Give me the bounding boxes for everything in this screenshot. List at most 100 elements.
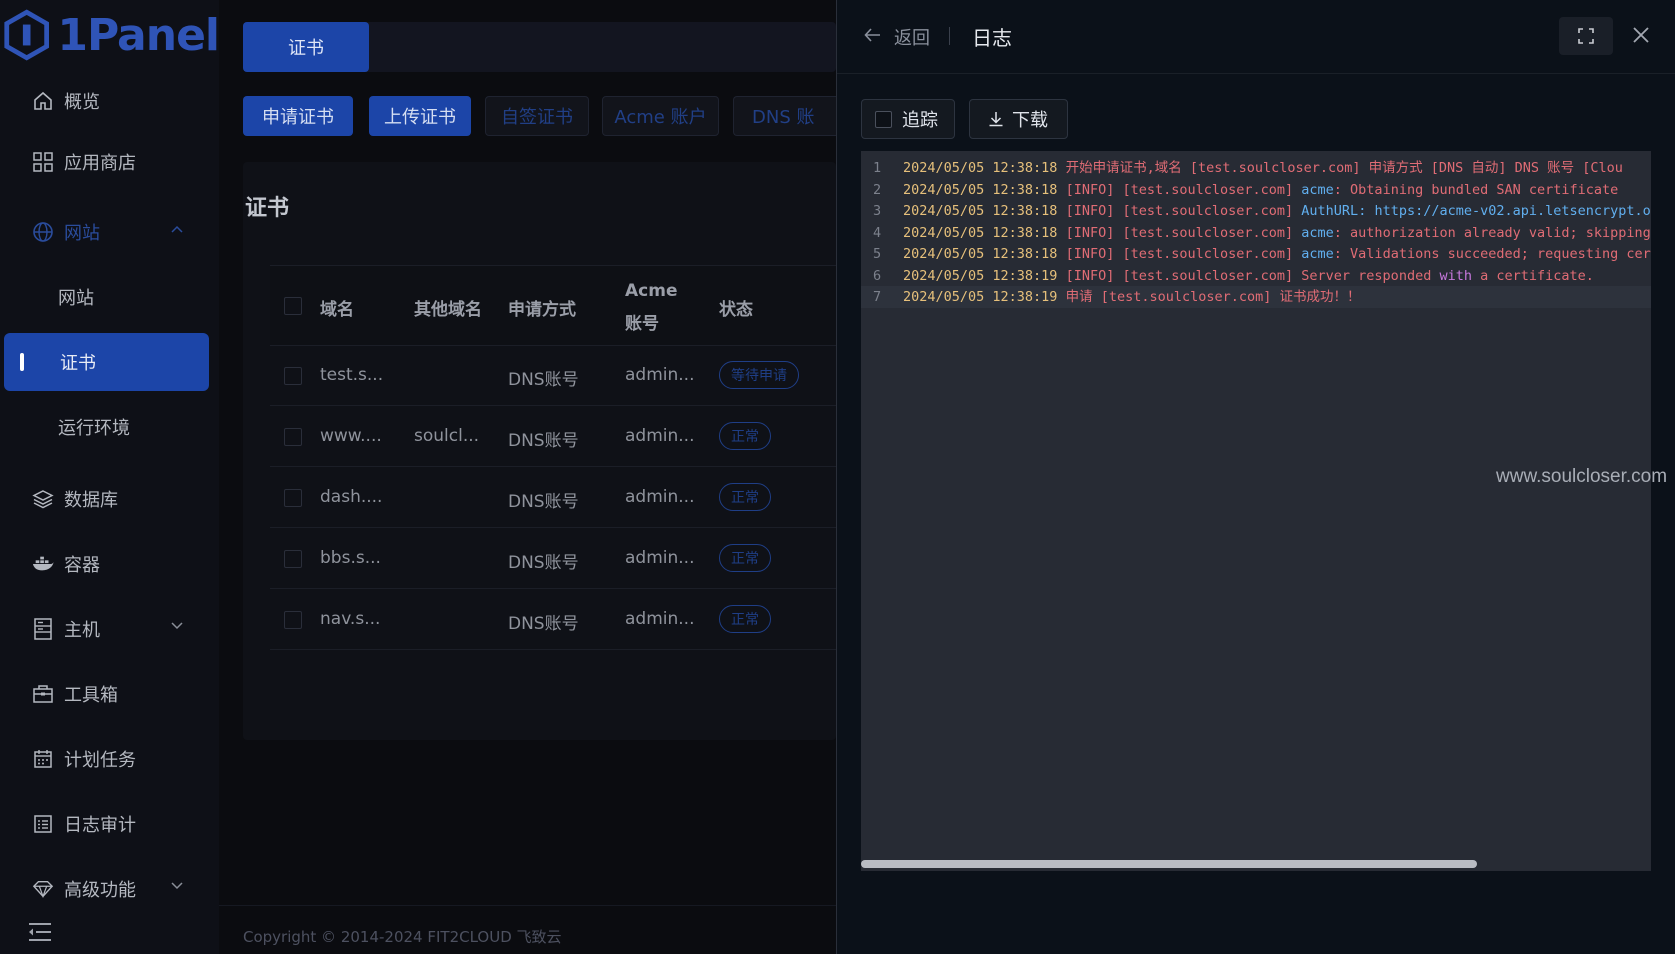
upload-cert-button[interactable]: 上传证书 bbox=[369, 96, 471, 136]
log-tag: [INFO] [test.soulcloser.com] bbox=[1057, 225, 1302, 241]
log-date: 2024/05/05 12:38:18 bbox=[903, 225, 1058, 241]
close-icon[interactable] bbox=[1631, 25, 1651, 45]
logo-text: 1Panel bbox=[57, 9, 220, 61]
cell-domain: bbs.s... bbox=[320, 548, 381, 568]
sidebar-item-overview[interactable]: 概览 bbox=[0, 72, 219, 130]
log-date: 2024/05/05 12:38:19 bbox=[903, 268, 1058, 284]
row-checkbox[interactable] bbox=[284, 550, 302, 568]
home-icon bbox=[32, 90, 54, 112]
sidebar-item-label: 主机 bbox=[64, 620, 100, 641]
sidebar-item-website-group[interactable]: 网站 bbox=[0, 203, 219, 261]
cell-domain: dash.... bbox=[320, 487, 383, 507]
log-line: 7 2024/05/05 12:38:19 申请 [test.soulclose… bbox=[861, 286, 1651, 308]
col-acme-line2: 账号 bbox=[625, 314, 659, 334]
logo[interactable]: 1Panel bbox=[0, 0, 220, 70]
sidebar-item-cron[interactable]: 计划任务 bbox=[0, 730, 219, 788]
log-line: 4 2024/05/05 12:38:18 [INFO] [test.soulc… bbox=[861, 222, 1651, 244]
sidebar-item-advanced[interactable]: 高级功能 bbox=[0, 860, 219, 918]
sidebar-subitem-certificate[interactable]: 证书 bbox=[4, 333, 209, 391]
status-badge: 正常 bbox=[719, 544, 771, 572]
sidebar-item-label: 概览 bbox=[64, 92, 100, 113]
sidebar-item-label: 计划任务 bbox=[64, 750, 136, 771]
horizontal-scrollbar[interactable] bbox=[861, 858, 1651, 870]
download-button[interactable]: 下载 bbox=[969, 99, 1068, 139]
line-number: 5 bbox=[873, 246, 882, 262]
sidebar: 1Panel 概览 应用商店 网站 网站 证书 运行环境 数据库 容器 主机 工… bbox=[0, 0, 220, 954]
apply-cert-button[interactable]: 申请证书 bbox=[243, 96, 353, 136]
fullscreen-button[interactable] bbox=[1559, 17, 1613, 55]
status-badge: 正常 bbox=[719, 422, 771, 450]
sidebar-item-label: 应用商店 bbox=[64, 153, 136, 174]
cell-method: DNS账号 bbox=[508, 492, 579, 512]
log-line: 5 2024/05/05 12:38:18 [INFO] [test.soulc… bbox=[861, 243, 1651, 265]
chevron-down-icon bbox=[171, 622, 183, 630]
table-header: 域名 其他域名 申请方式 Acme 账号 状态 bbox=[270, 265, 836, 346]
toolbox-icon bbox=[32, 683, 54, 705]
log-date: 2024/05/05 12:38:18 bbox=[903, 182, 1058, 198]
cell-domain: nav.s... bbox=[320, 609, 381, 629]
log-tag: [INFO] [test.soulcloser.com] bbox=[1057, 268, 1302, 284]
sidebar-subitem-runtime[interactable]: 运行环境 bbox=[0, 398, 219, 456]
log-line: 1 2024/05/05 12:38:18 开始申请证书,域名 [test.so… bbox=[861, 157, 1651, 179]
col-other-domains: 其他域名 bbox=[414, 300, 482, 320]
sidebar-item-label: 证书 bbox=[60, 353, 96, 374]
card-title: 证书 bbox=[245, 196, 290, 221]
dns-account-button[interactable]: DNS 账 bbox=[733, 96, 836, 136]
menu-collapse-icon[interactable] bbox=[28, 922, 52, 942]
row-checkbox[interactable] bbox=[284, 367, 302, 385]
sidebar-item-label: 数据库 bbox=[64, 490, 118, 511]
col-method: 申请方式 bbox=[508, 300, 576, 320]
grid-icon bbox=[32, 151, 54, 173]
sidebar-item-label: 网站 bbox=[58, 288, 94, 309]
drawer-header: 返回 日志 bbox=[837, 0, 1675, 74]
download-icon bbox=[988, 111, 1004, 127]
row-checkbox[interactable] bbox=[284, 489, 302, 507]
logo-icon bbox=[4, 9, 50, 61]
sidebar-item-appstore[interactable]: 应用商店 bbox=[0, 133, 219, 191]
copyright: Copyright © 2014-2024 FIT2CLOUD 飞致云 bbox=[243, 928, 562, 946]
track-checkbox[interactable]: 追踪 bbox=[861, 99, 955, 139]
acme-account-button[interactable]: Acme 账户 bbox=[602, 96, 719, 136]
sidebar-subitem-website[interactable]: 网站 bbox=[0, 268, 219, 326]
table-row[interactable]: bbs.s... DNS账号 admin... 正常 bbox=[270, 528, 836, 589]
table-row[interactable]: nav.s... DNS账号 admin... 正常 bbox=[270, 589, 836, 650]
row-checkbox[interactable] bbox=[284, 611, 302, 629]
back-button[interactable]: 返回 bbox=[894, 24, 930, 50]
sidebar-item-label: 日志审计 bbox=[64, 815, 136, 836]
cell-acme: admin... bbox=[625, 426, 695, 446]
log-viewer[interactable]: 1 2024/05/05 12:38:18 开始申请证书,域名 [test.so… bbox=[861, 151, 1651, 871]
cell-acme: admin... bbox=[625, 609, 695, 629]
select-all-checkbox[interactable] bbox=[284, 297, 302, 315]
col-status: 状态 bbox=[719, 300, 753, 320]
log-date: 2024/05/05 12:38:18 bbox=[903, 246, 1058, 262]
row-checkbox[interactable] bbox=[284, 428, 302, 446]
log-drawer: 返回 日志 追踪 下载 1 2024/05/05 12:38:18 开始申请证书… bbox=[836, 0, 1675, 954]
tab-certificate[interactable]: 证书 bbox=[243, 22, 369, 72]
track-checkbox-box[interactable] bbox=[875, 110, 892, 128]
line-number: 3 bbox=[873, 203, 882, 219]
log-message: : Obtaining bundled SAN certificate bbox=[1333, 182, 1619, 198]
sidebar-item-container[interactable]: 容器 bbox=[0, 535, 219, 593]
table-row[interactable]: test.s... DNS账号 admin... 等待申请 bbox=[270, 345, 836, 406]
main-content: 证书 申请证书 上传证书 自签证书 Acme 账户 DNS 账 证书 域名 其他… bbox=[219, 0, 836, 954]
header-separator bbox=[949, 27, 950, 45]
cell-method: DNS账号 bbox=[508, 614, 579, 634]
table-row[interactable]: www.... soulcl... DNS账号 admin... 正常 bbox=[270, 406, 836, 467]
back-arrow-icon[interactable] bbox=[863, 25, 883, 45]
fullscreen-icon bbox=[1578, 28, 1594, 44]
sidebar-item-host[interactable]: 主机 bbox=[0, 600, 219, 658]
table-row[interactable]: dash.... DNS账号 admin... 正常 bbox=[270, 467, 836, 528]
sidebar-item-label: 运行环境 bbox=[58, 418, 130, 439]
active-indicator bbox=[20, 353, 24, 371]
footer-divider bbox=[219, 905, 836, 906]
sidebar-item-log-audit[interactable]: 日志审计 bbox=[0, 795, 219, 853]
sidebar-item-toolbox[interactable]: 工具箱 bbox=[0, 665, 219, 723]
sidebar-item-label: 网站 bbox=[64, 223, 100, 244]
scrollbar-thumb[interactable] bbox=[861, 860, 1477, 868]
server-icon bbox=[32, 618, 54, 640]
self-signed-cert-button[interactable]: 自签证书 bbox=[485, 96, 589, 136]
sidebar-item-database[interactable]: 数据库 bbox=[0, 470, 219, 528]
log-keyword: acme bbox=[1301, 225, 1334, 241]
diamond-icon bbox=[32, 878, 54, 900]
drawer-title: 日志 bbox=[972, 26, 1012, 50]
